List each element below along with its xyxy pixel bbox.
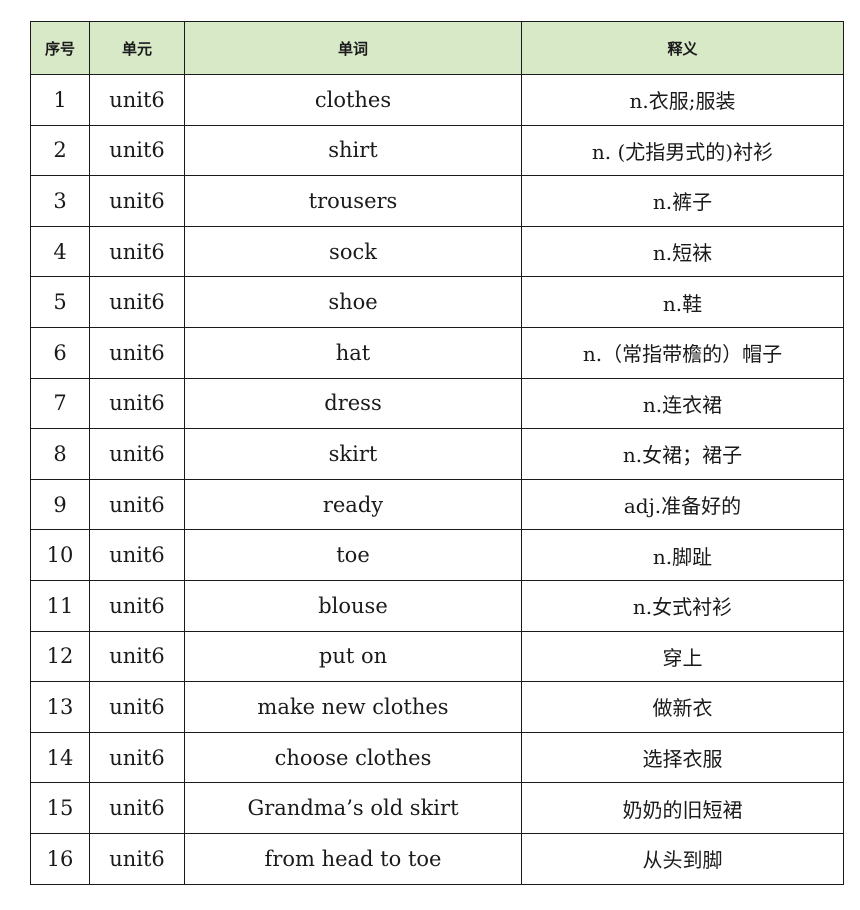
cell-meaning: n.脚趾 — [521, 529, 844, 581]
cell-word: trousers — [184, 175, 522, 227]
cell-word: make new clothes — [184, 681, 522, 733]
cell-index: 11 — [30, 579, 90, 632]
cell-word: toe — [184, 529, 522, 581]
table-row: 3 unit6 trousers n.裤子 — [30, 175, 844, 227]
cell-meaning: n.衣服;服装 — [521, 74, 844, 126]
cell-unit: unit6 — [89, 529, 185, 581]
table-row: 1 unit6 clothes n.衣服;服装 — [30, 74, 844, 126]
cell-unit: unit6 — [89, 225, 185, 278]
header-index: 序号 — [30, 21, 90, 75]
cell-word: put on — [184, 630, 522, 683]
cell-index: 15 — [30, 782, 90, 834]
table-row: 4 unit6 sock n.短袜 — [30, 225, 844, 278]
cell-unit: unit6 — [89, 782, 185, 834]
cell-index: 5 — [30, 276, 90, 328]
cell-index: 7 — [30, 377, 90, 430]
table-row: 11 unit6 blouse n.女式衬衫 — [30, 579, 844, 632]
cell-index: 10 — [30, 529, 90, 581]
cell-word: shirt — [184, 124, 522, 177]
cell-word: skirt — [184, 428, 522, 480]
cell-meaning: n. (尤指男式的)衬衫 — [521, 124, 844, 177]
cell-unit: unit6 — [89, 630, 185, 683]
cell-index: 16 — [30, 832, 90, 885]
table-row: 12 unit6 put on 穿上 — [30, 630, 844, 683]
header-unit: 单元 — [89, 21, 185, 75]
table-row: 10 unit6 toe n.脚趾 — [30, 529, 844, 581]
header-meaning: 释义 — [521, 21, 844, 75]
cell-index: 6 — [30, 326, 90, 379]
cell-word: Grandma’s old skirt — [184, 782, 522, 834]
table-row: 13 unit6 make new clothes 做新衣 — [30, 681, 844, 733]
cell-word: ready — [184, 478, 522, 531]
cell-unit: unit6 — [89, 579, 185, 632]
cell-index: 4 — [30, 225, 90, 278]
table-row: 16 unit6 from head to toe 从头到脚 — [30, 832, 844, 885]
cell-unit: unit6 — [89, 681, 185, 733]
header-row: 序号 单元 单词 释义 — [30, 21, 844, 75]
cell-meaning: adj.准备好的 — [521, 478, 844, 531]
cell-word: sock — [184, 225, 522, 278]
cell-index: 3 — [30, 175, 90, 227]
cell-unit: unit6 — [89, 428, 185, 480]
cell-meaning: n.女式衬衫 — [521, 579, 844, 632]
table-body: 1 unit6 clothes n.衣服;服装 2 unit6 shirt n. (尤指男式的… — [30, 74, 844, 885]
cell-meaning: n.女裙；裙子 — [521, 428, 844, 480]
cell-index: 1 — [30, 74, 90, 126]
cell-meaning: n.（常指带檐的）帽子 — [521, 326, 844, 379]
cell-word: choose clothes — [184, 731, 522, 784]
table-row: 5 unit6 shoe n.鞋 — [30, 276, 844, 328]
table-row: 2 unit6 shirt n. (尤指男式的)衬衫 — [30, 124, 844, 177]
cell-meaning: 穿上 — [521, 630, 844, 683]
cell-unit: unit6 — [89, 124, 185, 177]
cell-unit: unit6 — [89, 377, 185, 430]
cell-unit: unit6 — [89, 74, 185, 126]
cell-word: clothes — [184, 74, 522, 126]
cell-index: 14 — [30, 731, 90, 784]
cell-meaning: 选择衣服 — [521, 731, 844, 784]
cell-meaning: n.裤子 — [521, 175, 844, 227]
cell-unit: unit6 — [89, 832, 185, 885]
cell-meaning: 做新衣 — [521, 681, 844, 733]
cell-meaning: 奶奶的旧短裙 — [521, 782, 844, 834]
table-row: 14 unit6 choose clothes 选择衣服 — [30, 731, 844, 784]
cell-meaning: n.鞋 — [521, 276, 844, 328]
table-row: 9 unit6 ready adj.准备好的 — [30, 478, 844, 531]
cell-meaning: n.连衣裙 — [521, 377, 844, 430]
cell-word: dress — [184, 377, 522, 430]
cell-index: 13 — [30, 681, 90, 733]
vocabulary-table: 序号 单元 单词 释义 1 unit6 clothes n.衣服;服装 2 unit6 sh… — [30, 21, 844, 885]
cell-index: 12 — [30, 630, 90, 683]
table-row: 6 unit6 hat n.（常指带檐的）帽子 — [30, 326, 844, 379]
cell-word: hat — [184, 326, 522, 379]
cell-unit: unit6 — [89, 478, 185, 531]
table-header: 序号 单元 单词 释义 — [30, 21, 844, 75]
cell-word: shoe — [184, 276, 522, 328]
cell-meaning: 从头到脚 — [521, 832, 844, 885]
cell-unit: unit6 — [89, 175, 185, 227]
cell-index: 9 — [30, 478, 90, 531]
table-row: 7 unit6 dress n.连衣裙 — [30, 377, 844, 430]
table-row: 8 unit6 skirt n.女裙；裙子 — [30, 428, 844, 480]
cell-meaning: n.短袜 — [521, 225, 844, 278]
cell-index: 8 — [30, 428, 90, 480]
cell-word: blouse — [184, 579, 522, 632]
cell-unit: unit6 — [89, 326, 185, 379]
cell-index: 2 — [30, 124, 90, 177]
cell-unit: unit6 — [89, 276, 185, 328]
cell-word: from head to toe — [184, 832, 522, 885]
cell-unit: unit6 — [89, 731, 185, 784]
header-word: 单词 — [184, 21, 522, 75]
table-row: 15 unit6 Grandma’s old skirt 奶奶的旧短裙 — [30, 782, 844, 834]
